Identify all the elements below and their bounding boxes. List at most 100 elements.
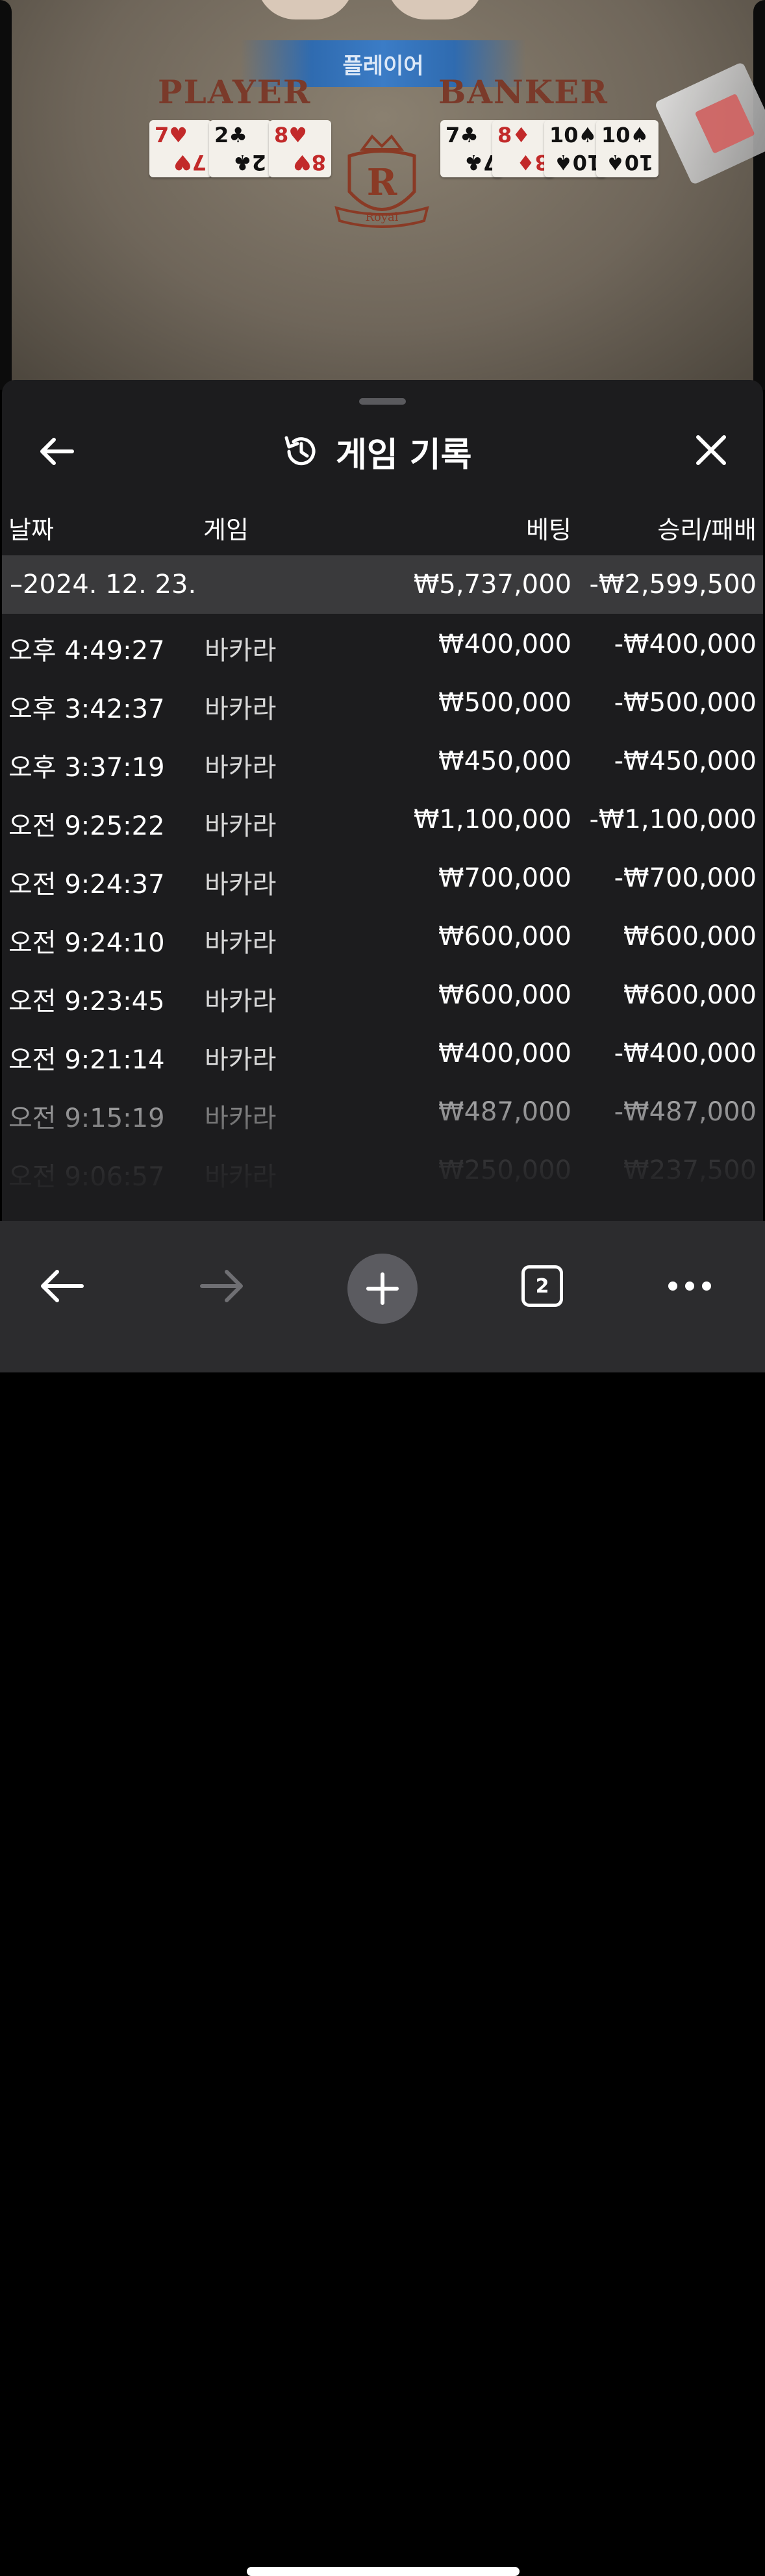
- history-row[interactable]: 오전 9:23:45 바카라 ₩600,000 ₩600,000: [2, 965, 763, 1023]
- back-arrow-icon: [41, 1270, 84, 1302]
- history-icon: [284, 436, 316, 466]
- logo-letter: R: [367, 161, 397, 204]
- column-header-win-loss[interactable]: 승리/패배: [657, 510, 757, 546]
- row-bet: ₩600,000: [438, 980, 571, 1010]
- royal-crest-logo: R Royal: [334, 134, 429, 228]
- row-win-loss: -₩1,100,000: [589, 805, 757, 835]
- row-time: 오전 9:21:14: [8, 1045, 165, 1075]
- browser-forward-button[interactable]: [193, 1257, 251, 1315]
- row-game: 바카라: [205, 987, 277, 1017]
- row-game: 바카라: [205, 1104, 277, 1133]
- row-time: 오전 9:24:37: [8, 870, 165, 900]
- tabs-button[interactable]: 2: [513, 1257, 571, 1315]
- tabs-icon: 2: [521, 1265, 563, 1307]
- more-button[interactable]: [660, 1257, 719, 1315]
- row-bet: ₩487,000: [438, 1097, 571, 1127]
- group-date: –2024. 12. 23.: [10, 570, 197, 600]
- history-row[interactable]: 오전 9:15:19 바카라 ₩487,000 -₩487,000: [2, 1081, 763, 1140]
- row-win-loss: ₩600,000: [623, 980, 757, 1010]
- close-button[interactable]: [690, 429, 732, 471]
- forward-arrow-icon: [200, 1270, 243, 1302]
- history-row[interactable]: 오전 9:06:57 바카라 ₩250,000 ₩237,500: [2, 1140, 763, 1198]
- history-row[interactable]: 오전 9:24:10 바카라 ₩600,000 ₩600,000: [2, 906, 763, 965]
- row-time: 오전 9:24:10: [8, 928, 165, 958]
- table-edge-right: [753, 0, 765, 390]
- history-list: 오후 4:49:27 바카라 ₩400,000 -₩400,000 오후 3:42:37…: [2, 614, 763, 1198]
- card-rank-suit: 10♠: [601, 123, 649, 147]
- row-win-loss: -₩700,000: [614, 863, 757, 893]
- history-row[interactable]: 오후 3:42:37 바카라 ₩500,000 -₩500,000: [2, 672, 763, 731]
- sheet-title: 게임 기록: [336, 435, 472, 475]
- playing-card: 7♥ 7♥: [149, 120, 212, 177]
- card-rank-suit: 2♣: [214, 123, 247, 147]
- playing-card: 8♥ 8♥: [269, 120, 331, 177]
- row-time: 오후 4:49:27: [8, 636, 165, 666]
- row-bet: ₩400,000: [438, 629, 571, 659]
- playing-card: 2♣ 2♣: [209, 120, 271, 177]
- date-group-row[interactable]: –2024. 12. 23. ₩5,737,000 -₩2,599,500: [2, 555, 763, 614]
- card-rank-suit: 8♥: [274, 123, 307, 147]
- tab-count: 2: [535, 1274, 549, 1298]
- history-row[interactable]: 오후 4:49:27 바카라 ₩400,000 -₩400,000: [2, 614, 763, 672]
- card-rank-suit: 8♥: [293, 150, 326, 175]
- card-rank-suit: 7♥: [173, 150, 207, 175]
- sheet-header: 게임 기록: [2, 419, 763, 484]
- row-time: 오전 9:23:45: [8, 987, 165, 1017]
- browser-back-button[interactable]: [32, 1257, 91, 1315]
- more-icon: [668, 1282, 711, 1291]
- row-win-loss: -₩400,000: [614, 1039, 757, 1068]
- sheet-grabber[interactable]: [359, 398, 406, 405]
- row-game: 바카라: [205, 636, 277, 666]
- row-time: 오후 3:37:19: [8, 753, 165, 783]
- row-game: 바카라: [205, 694, 277, 724]
- row-win-loss: -₩400,000: [614, 629, 757, 659]
- row-win-loss: -₩487,000: [614, 1097, 757, 1127]
- plus-icon: [366, 1272, 399, 1305]
- card-rank-suit: 10♠: [605, 150, 653, 175]
- row-game: 바카라: [205, 928, 277, 958]
- row-game: 바카라: [205, 811, 277, 841]
- history-row[interactable]: 오전 9:25:22 바카라 ₩1,100,000 -₩1,100,000: [2, 789, 763, 848]
- table-edge-left: [0, 0, 12, 390]
- row-bet: ₩500,000: [438, 688, 571, 718]
- card-shoe: [654, 61, 765, 186]
- row-win-loss: -₩450,000: [614, 746, 757, 776]
- card-rank-suit: 10♠: [553, 150, 601, 175]
- playing-card: 10♠ 10♠: [596, 120, 658, 177]
- logo-text: Royal: [365, 210, 398, 224]
- column-header-game[interactable]: 게임: [203, 510, 249, 546]
- banker-label: BANKER: [438, 73, 608, 111]
- row-time: 오후 3:42:37: [8, 694, 165, 724]
- new-tab-button[interactable]: [347, 1254, 418, 1324]
- live-video-feed: 플레이어 PLAYER BANKER 7♥ 7♥ 2♣ 2♣ 8♥ 8♥ 7♣ 7♣ 8♦ 8♦…: [0, 0, 765, 390]
- card-rank-suit: 10♠: [549, 123, 597, 147]
- history-row[interactable]: 오전 9:24:37 바카라 ₩700,000 -₩700,000: [2, 848, 763, 906]
- row-win-loss: ₩237,500: [623, 1155, 757, 1185]
- history-row[interactable]: 오후 3:37:19 바카라 ₩450,000 -₩450,000: [2, 731, 763, 789]
- row-game: 바카라: [205, 753, 277, 783]
- row-bet: ₩600,000: [438, 922, 571, 952]
- history-row[interactable]: 오전 9:21:14 바카라 ₩400,000 -₩400,000: [2, 1023, 763, 1081]
- row-bet: ₩400,000: [438, 1039, 571, 1068]
- game-history-sheet: 게임 기록 날짜 게임 베팅 승리/패배 –2024. 12. 23. ₩5,7…: [2, 380, 763, 1221]
- row-game: 바카라: [205, 1045, 277, 1075]
- dealer-hands: [257, 0, 497, 39]
- row-time: 오전 9:06:57: [8, 1162, 165, 1192]
- column-header-date[interactable]: 날짜: [8, 510, 54, 546]
- player-label: PLAYER: [158, 73, 312, 111]
- row-time: 오전 9:15:19: [8, 1104, 165, 1133]
- row-bet: ₩250,000: [438, 1155, 571, 1185]
- row-game: 바카라: [205, 870, 277, 900]
- row-bet: ₩1,100,000: [413, 805, 571, 835]
- row-bet: ₩450,000: [438, 746, 571, 776]
- card-rank-suit: 8♦: [497, 123, 531, 147]
- row-win-loss: -₩500,000: [614, 688, 757, 718]
- group-total-bet: ₩5,737,000: [413, 570, 571, 600]
- group-total-win-loss: -₩2,599,500: [589, 570, 757, 600]
- card-rank-suit: 7♣: [445, 123, 479, 147]
- home-indicator[interactable]: [247, 2567, 520, 2576]
- browser-toolbar: 2: [0, 1221, 765, 2576]
- back-button[interactable]: [36, 431, 77, 472]
- row-game: 바카라: [205, 1162, 277, 1192]
- column-header-bet[interactable]: 베팅: [526, 510, 571, 546]
